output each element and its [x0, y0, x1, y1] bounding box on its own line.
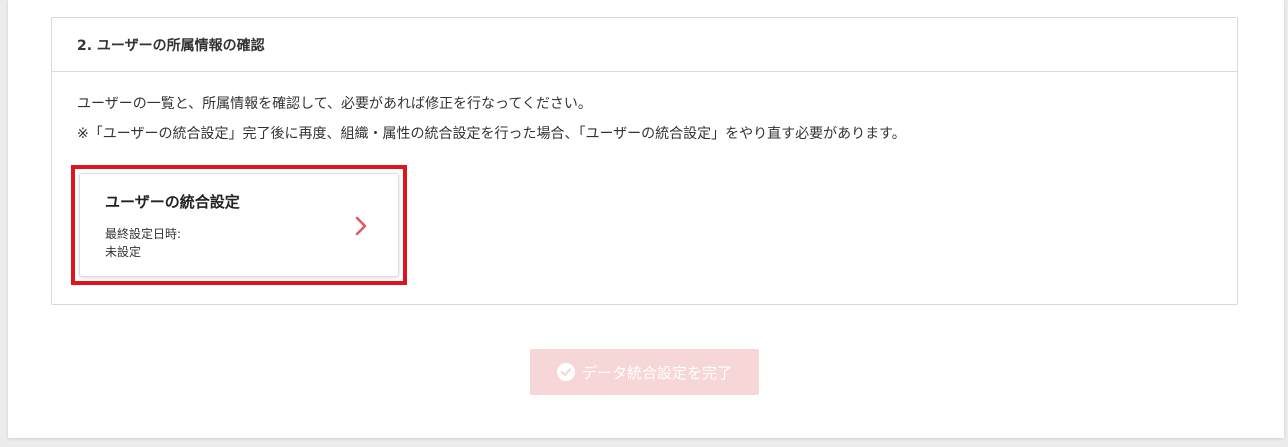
last-set-label: 最終設定日時:	[105, 227, 182, 241]
content-container: 2. ユーザーの所属情報の確認 ユーザーの一覧と、所属情報を確認して、必要があれ…	[8, 0, 1284, 438]
complete-button-label: データ統合設定を完了	[581, 363, 732, 382]
section-header: 2. ユーザーの所属情報の確認	[52, 18, 1237, 72]
complete-integration-button[interactable]: データ統合設定を完了	[530, 349, 759, 395]
user-integration-card[interactable]: ユーザーの統合設定 最終設定日時: 未設定	[79, 173, 399, 277]
check-circle-icon	[556, 363, 575, 381]
section-body: ユーザーの一覧と、所属情報を確認して、必要があれば修正を行なってください。 ※「…	[52, 72, 1237, 144]
card-title: ユーザーの統合設定	[105, 193, 240, 211]
section-title: 2. ユーザーの所属情報の確認	[77, 37, 265, 54]
section-description: ユーザーの一覧と、所属情報を確認して、必要があれば修正を行なってください。	[77, 96, 592, 112]
chevron-right-icon	[355, 216, 367, 236]
last-set-value: 未設定	[105, 245, 142, 259]
section-panel: 2. ユーザーの所属情報の確認 ユーザーの一覧と、所属情報を確認して、必要があれ…	[51, 17, 1238, 305]
card-meta: 最終設定日時: 未設定	[105, 225, 181, 261]
section-note: ※「ユーザーの統合設定」完了後に再度、組織・属性の統合設定を行った場合、「ユーザ…	[77, 126, 906, 142]
